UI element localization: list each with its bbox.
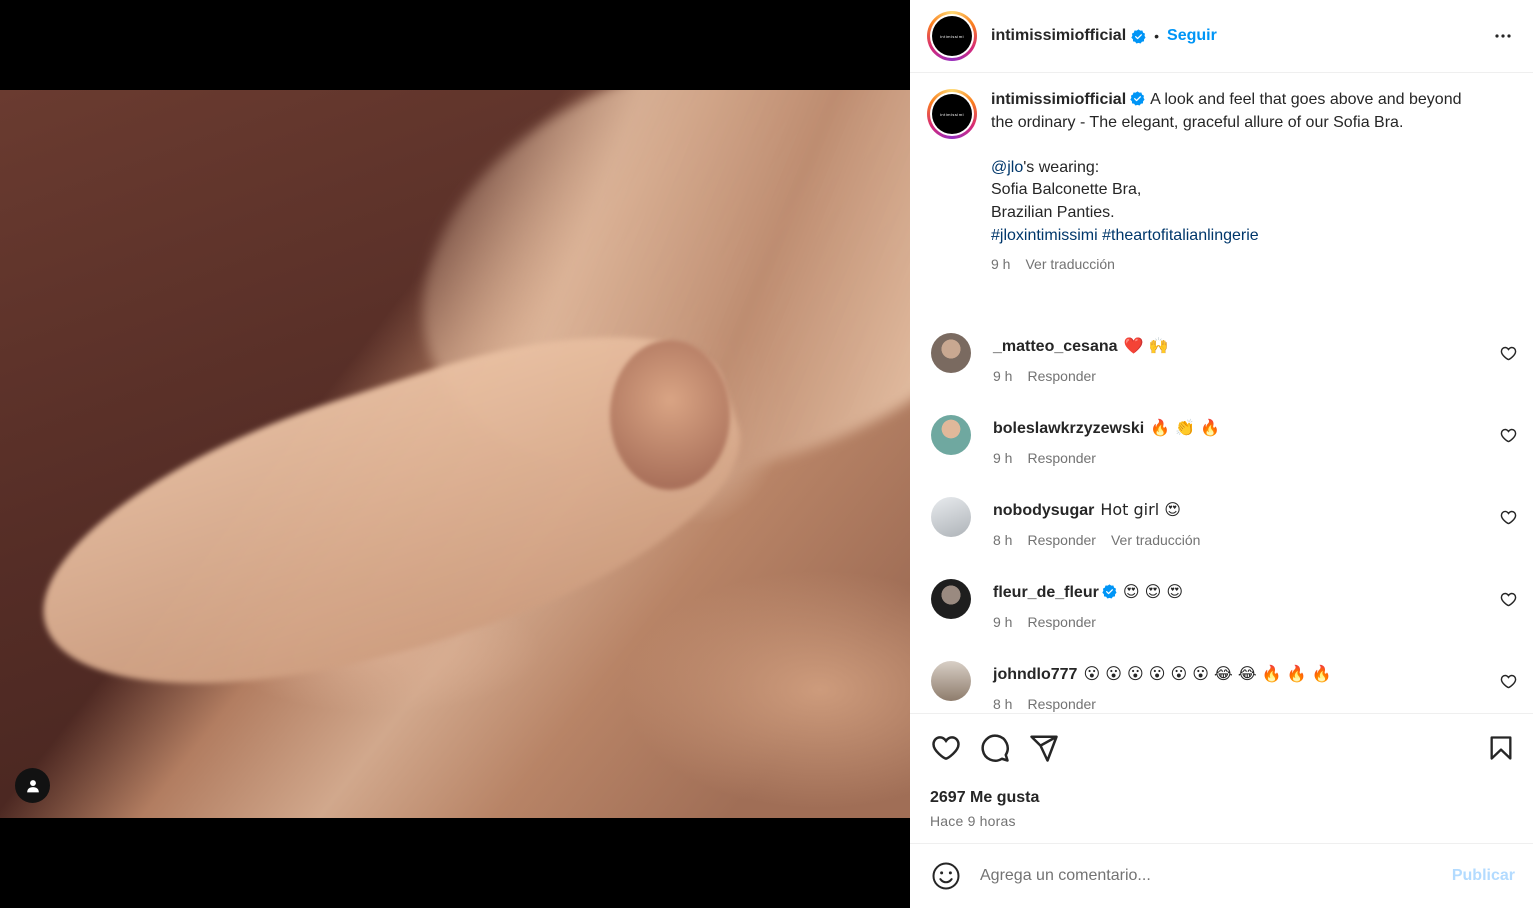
post-media — [0, 0, 910, 908]
comment-like-icon[interactable] — [1500, 509, 1517, 526]
verified-badge-icon — [1131, 28, 1146, 43]
comment-avatar[interactable] — [931, 333, 971, 373]
verified-badge-icon — [1130, 91, 1145, 106]
reply-button[interactable]: Responder — [1027, 693, 1096, 713]
separator-dot: • — [1154, 28, 1160, 44]
comment-avatar[interactable] — [931, 415, 971, 455]
see-translation-button[interactable]: Ver traducción — [1025, 253, 1115, 276]
share-icon — [1030, 735, 1058, 762]
comment-avatar[interactable] — [931, 579, 971, 619]
model-head — [610, 340, 730, 490]
follow-button[interactable]: Seguir — [1167, 27, 1217, 45]
user-tag-button[interactable] — [15, 768, 50, 803]
comment-time: 8 h — [993, 695, 1013, 712]
reply-button[interactable]: Responder — [1027, 365, 1096, 388]
comment-item: nobodysugar Hot girl 😍 8 h Responder Ver … — [927, 497, 1517, 579]
add-comment-bar: Publicar — [910, 843, 1533, 908]
like-button[interactable] — [930, 732, 962, 764]
comments-list[interactable]: intimissimi intimissimiofficial A look a… — [910, 73, 1533, 713]
reply-button[interactable]: Responder — [1027, 529, 1096, 552]
author-avatar[interactable]: intimissimi — [927, 11, 977, 61]
emoji-icon — [932, 862, 960, 890]
likes-count[interactable]: 2697 Me gusta — [930, 789, 1517, 807]
comment-icon — [981, 734, 1009, 762]
reply-button[interactable]: Responder — [1027, 447, 1096, 470]
author-avatar-logo: intimissimi — [932, 16, 972, 56]
comment-username[interactable]: fleur_de_fleur — [993, 584, 1099, 601]
mention-suffix: 's wearing: — [1023, 158, 1100, 176]
caption-items: Sofia Balconette Bra, Brazilian Panties. — [991, 181, 1142, 221]
caption-author-avatar[interactable]: intimissimi — [927, 89, 977, 139]
comment-like-icon[interactable] — [1500, 427, 1517, 444]
user-tag-icon — [26, 779, 39, 792]
author-username[interactable]: intimissimiofficial — [991, 27, 1126, 45]
share-button[interactable] — [1028, 732, 1060, 764]
comment-text: 😮 😮 😮 😮 😮 😮 😂 😂 🔥 🔥 🔥 — [1083, 664, 1332, 683]
post-photo[interactable] — [0, 90, 910, 818]
comment-button[interactable] — [979, 732, 1011, 764]
comment-time: 8 h — [993, 531, 1013, 548]
caption: intimissimi intimissimiofficial A look a… — [927, 89, 1517, 333]
hashtag-link[interactable]: #jloxintimissimi — [991, 227, 1098, 244]
post-timestamp: Hace 9 horas — [930, 813, 1016, 829]
save-button[interactable] — [1485, 732, 1517, 764]
mention-link[interactable]: @jlo — [991, 159, 1023, 176]
comment-time: 9 h — [993, 613, 1013, 630]
post-actions: 2697 Me gusta Hace 9 horas — [910, 713, 1533, 829]
comment-time: 9 h — [993, 367, 1013, 384]
comment-avatar[interactable] — [931, 661, 971, 701]
emoji-picker-button[interactable] — [930, 860, 962, 892]
comment-item: boleslawkrzyzewski 🔥 👏 🔥 9 h Responder — [927, 415, 1517, 497]
comment-text: 😍 😍 😍 — [1122, 582, 1184, 601]
see-translation-button[interactable]: Ver traducción — [1111, 529, 1201, 552]
comment-like-icon[interactable] — [1500, 345, 1517, 362]
caption-username[interactable]: intimissimiofficial — [991, 91, 1126, 108]
more-options-icon — [1495, 34, 1511, 38]
comment-like-icon[interactable] — [1500, 591, 1517, 608]
comment-username[interactable]: boleslawkrzyzewski — [993, 420, 1144, 437]
comment-username[interactable]: johndlo777 — [993, 666, 1077, 683]
comment-item: johndlo777 😮 😮 😮 😮 😮 😮 😂 😂 🔥 🔥 🔥 8 h Resp… — [927, 661, 1517, 713]
comment-username[interactable]: _matteo_cesana — [993, 338, 1118, 355]
comment-text: 🔥 👏 🔥 — [1150, 418, 1221, 437]
comment-username[interactable]: nobodysugar — [993, 502, 1094, 519]
comment-like-icon[interactable] — [1500, 673, 1517, 690]
post-dialog: intimissimi intimissimiofficial • Seguir — [0, 0, 1533, 908]
comment-avatar[interactable] — [931, 497, 971, 537]
post-side-panel: intimissimi intimissimiofficial • Seguir — [910, 0, 1533, 908]
hashtag-link[interactable]: #theartofitalianlingerie — [1102, 227, 1259, 244]
more-options-button[interactable] — [1489, 22, 1517, 50]
comment-item: _matteo_cesana ❤️ 🙌 9 h Responder — [927, 333, 1517, 415]
comment-time: 9 h — [993, 449, 1013, 466]
comment-input[interactable] — [980, 867, 1452, 885]
bookmark-icon — [1490, 736, 1512, 760]
caption-time: 9 h — [991, 256, 1011, 273]
verified-badge-icon — [1102, 584, 1117, 599]
comment-text: ❤️ 🙌 — [1123, 336, 1169, 355]
heart-icon — [932, 736, 960, 760]
post-header: intimissimi intimissimiofficial • Seguir — [910, 0, 1533, 73]
comment-text: Hot girl 😍 — [1100, 500, 1181, 519]
comment-item: fleur_de_fleur 😍 😍 😍 9 h Responder — [927, 579, 1517, 661]
reply-button[interactable]: Responder — [1027, 611, 1096, 634]
caption-avatar-logo: intimissimi — [932, 94, 972, 134]
publish-button[interactable]: Publicar — [1452, 867, 1515, 885]
